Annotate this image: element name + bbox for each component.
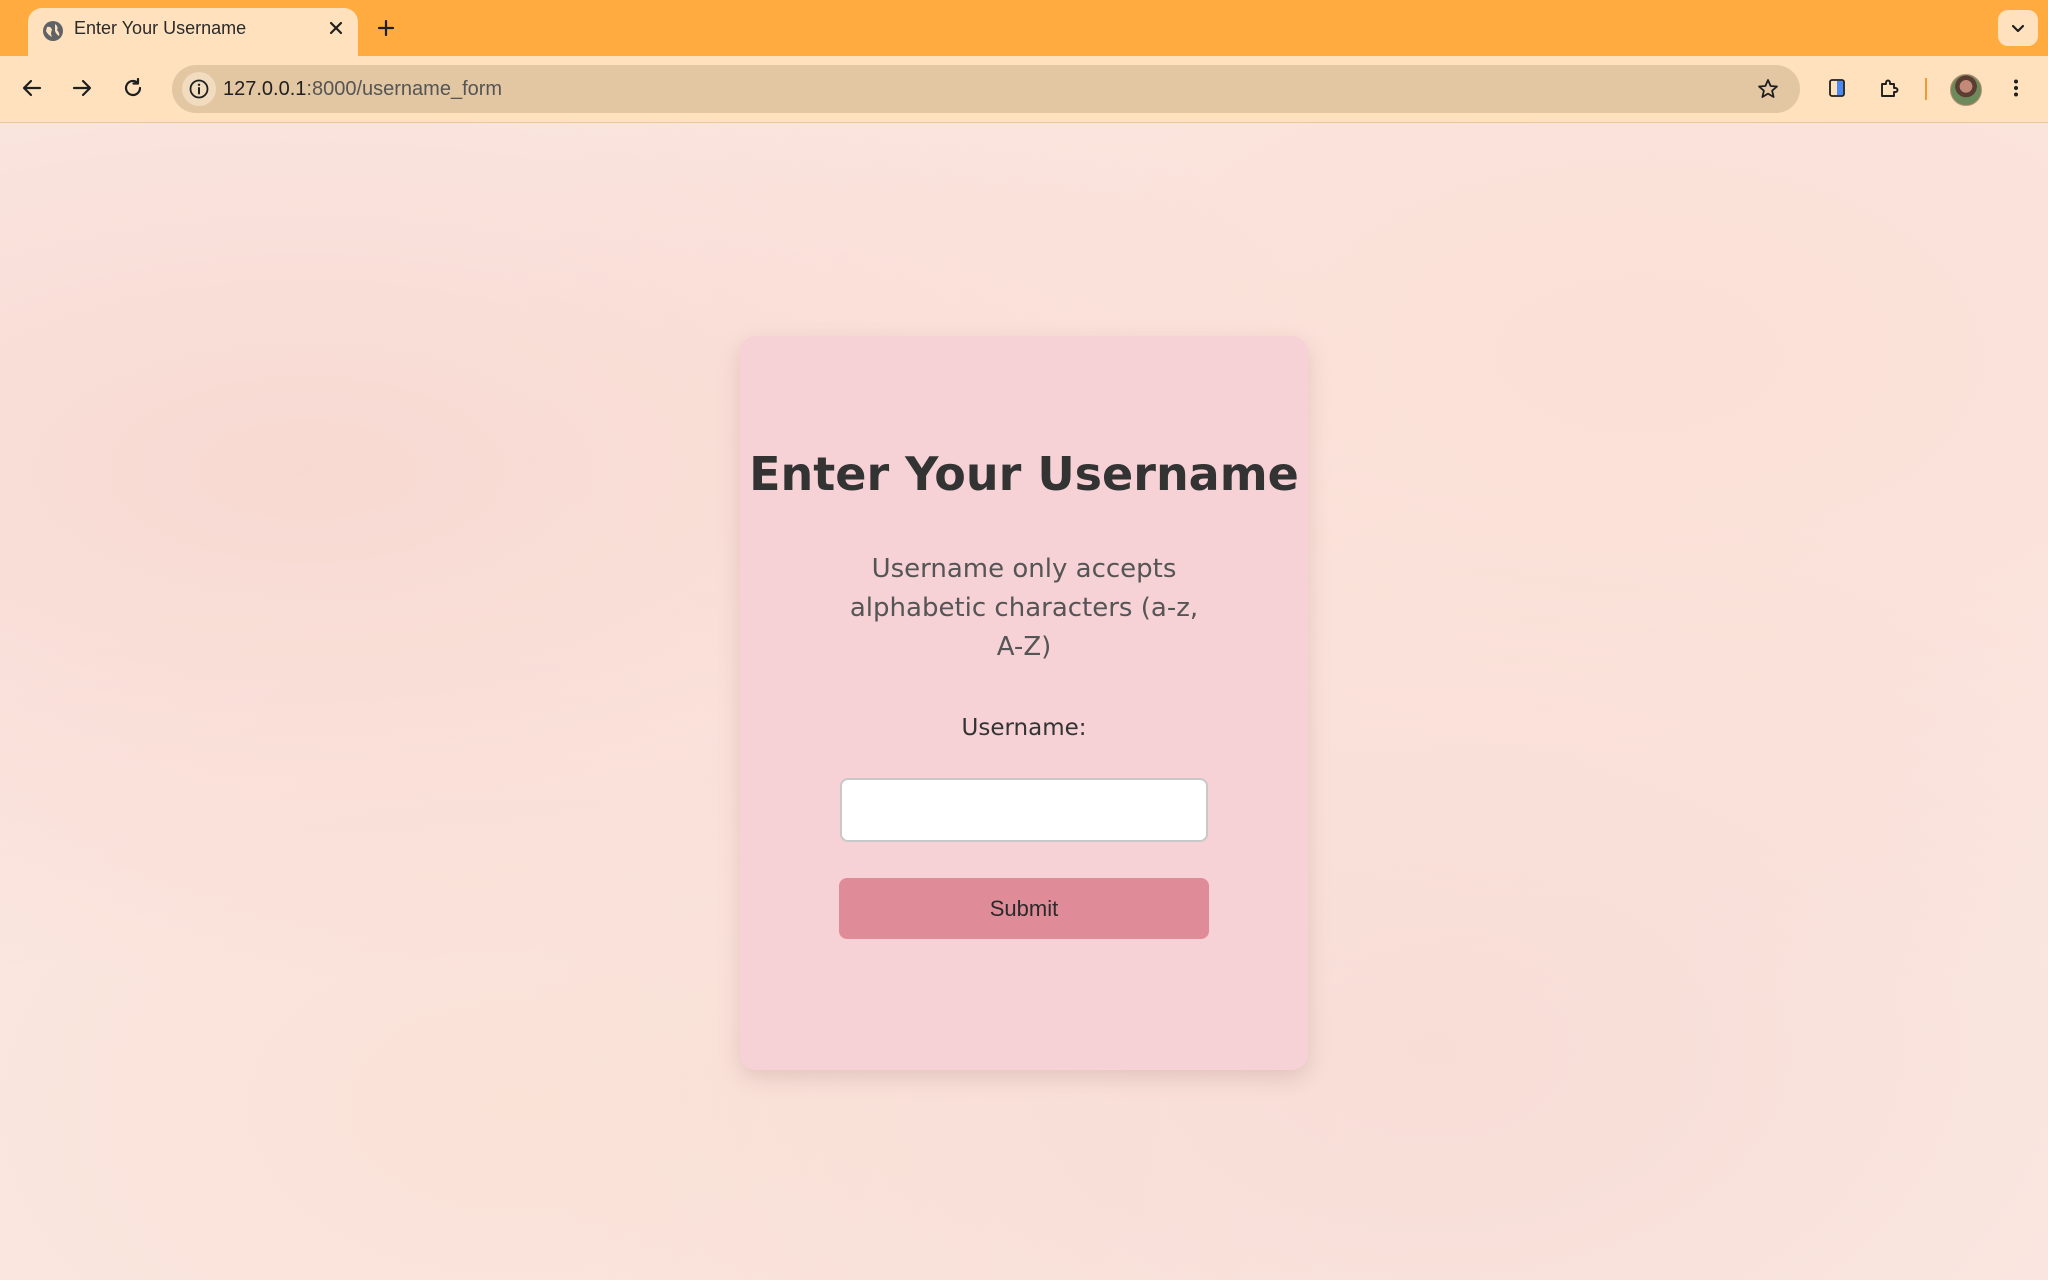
close-icon[interactable]: [324, 16, 348, 40]
sidebar-extension-icon[interactable]: [1817, 68, 1857, 108]
puzzle-icon[interactable]: [1869, 68, 1909, 108]
page-background: Enter Your Username Username only accept…: [0, 123, 2048, 1280]
url-text: 127.0.0.1:8000/username_form: [223, 65, 502, 113]
tab-search-button[interactable]: [1998, 10, 2038, 46]
globe-icon: [40, 18, 66, 44]
page-title: Enter Your Username: [749, 447, 1299, 501]
reload-button[interactable]: [113, 68, 153, 108]
username-input[interactable]: [840, 778, 1208, 842]
tab-strip: Enter Your Username: [0, 0, 2048, 56]
username-form-card: Enter Your Username Username only accept…: [740, 336, 1308, 1070]
plus-icon: [377, 19, 395, 37]
toolbar-divider: [1925, 78, 1927, 100]
browser-tab[interactable]: Enter Your Username: [28, 8, 358, 56]
forward-button[interactable]: [62, 68, 102, 108]
url-host: 127.0.0.1: [223, 78, 307, 100]
submit-button[interactable]: Submit: [839, 878, 1209, 939]
back-button[interactable]: [12, 68, 52, 108]
chevron-down-icon: [2011, 24, 2025, 33]
tab-title: Enter Your Username: [74, 18, 247, 38]
reload-icon: [124, 77, 142, 97]
avatar[interactable]: [1950, 74, 1982, 106]
info-icon[interactable]: [182, 72, 216, 106]
arrow-right-icon: [72, 79, 92, 97]
new-tab-button[interactable]: [372, 14, 400, 42]
url-path: :8000/username_form: [306, 78, 503, 100]
arrow-left-icon: [22, 79, 42, 97]
username-hint: Username only accepts alphabetic charact…: [849, 554, 1199, 662]
browser-toolbar: 127.0.0.1:8000/username_form: [0, 56, 2048, 123]
address-bar[interactable]: 127.0.0.1:8000/username_form: [172, 65, 1800, 113]
star-icon[interactable]: [1754, 75, 1782, 103]
username-label: Username:: [961, 715, 1087, 741]
more-vert-icon[interactable]: [1996, 68, 2036, 108]
